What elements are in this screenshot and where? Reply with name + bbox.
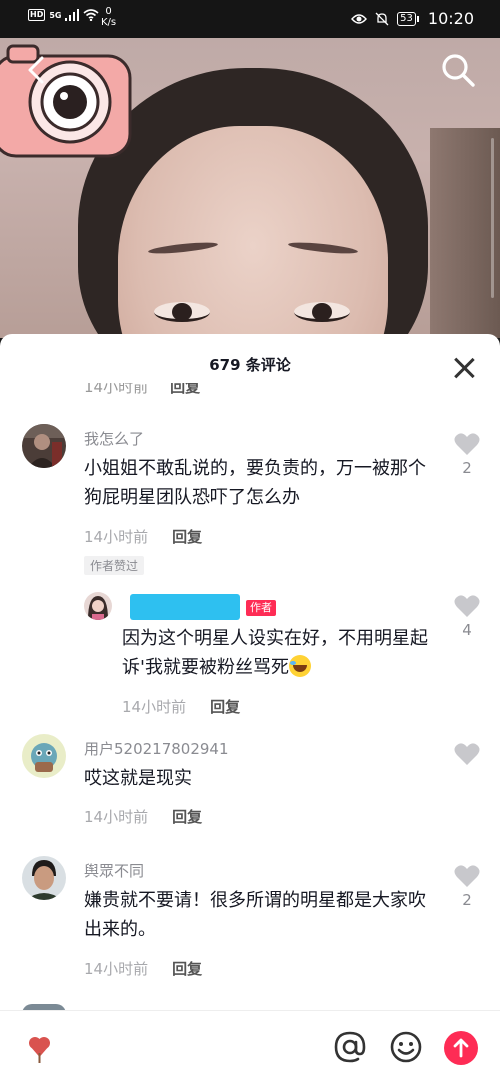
author-tag: 作者: [246, 600, 276, 616]
reply-button[interactable]: 回复: [172, 806, 202, 827]
avatar[interactable]: [22, 734, 66, 778]
comment-time: 14小时前: [122, 698, 187, 716]
network-type: 5G: [49, 10, 62, 20]
heart-icon: [454, 433, 480, 455]
like-count: 2: [462, 459, 472, 477]
clock: 10:20: [427, 9, 474, 28]
comments-panel: 679 条评论 14小时前 回复 我怎么了 小姐姐不敢乱说的，要负责的，万一被那…: [0, 334, 500, 1083]
send-button[interactable]: [444, 1031, 478, 1065]
comment-username[interactable]: 用户520217802941: [84, 738, 229, 759]
heart-icon: [454, 865, 480, 887]
comment-meta: 14小时前 回复: [84, 958, 202, 979]
comment-text: 小姐姐不敢乱说的，要负责的，万一被那个狗屁明星团队恐吓了怎么办: [84, 458, 426, 508]
comment-username[interactable]: 我怎么了: [84, 428, 144, 449]
previous-comment-meta: 14小时前 回复: [84, 378, 201, 396]
avatar[interactable]: [22, 856, 66, 900]
wifi-icon: [83, 9, 100, 21]
close-icon[interactable]: [452, 356, 476, 380]
video-background[interactable]: [0, 38, 500, 338]
comment-username[interactable]: 作者: [120, 594, 276, 620]
comment-input-bar[interactable]: [0, 1010, 500, 1083]
like-count: 2: [462, 891, 472, 909]
reply-button[interactable]: 回复: [172, 526, 202, 547]
laughing-emoji-icon: [288, 655, 311, 677]
emoji-icon[interactable]: [388, 1029, 424, 1065]
sticker-icon[interactable]: [22, 1029, 58, 1065]
comment-meta: 14小时前 回复: [122, 696, 240, 717]
comment-time: 14小时前: [84, 808, 149, 826]
avatar[interactable]: [84, 592, 112, 620]
comment-time: 14小时前: [84, 528, 149, 546]
mute-bell-icon: [375, 12, 389, 25]
avatar[interactable]: [22, 424, 66, 468]
comment-meta: 14小时前 回复: [84, 526, 202, 547]
heart-icon: [454, 743, 480, 765]
comment-meta: 14小时前 回复: [84, 806, 202, 827]
comment-text: 哎这就是现实: [84, 768, 192, 789]
scrollbar[interactable]: [491, 138, 494, 298]
signal-icon: [65, 9, 80, 21]
redacted-username: [130, 594, 240, 620]
heart-icon: [454, 595, 480, 617]
status-bar: HD 5G 0 K/s 53 10:20: [0, 0, 500, 38]
search-icon[interactable]: [438, 50, 478, 90]
eye-icon: [351, 13, 368, 24]
battery-level: 53: [397, 11, 419, 26]
send-icon: [453, 1038, 469, 1058]
like-count: 4: [462, 621, 472, 639]
like-button[interactable]: 2: [452, 864, 482, 909]
comment-username[interactable]: 舆眾不同: [84, 860, 144, 881]
author-liked-badge: 作者赞过: [84, 556, 145, 575]
reply-button[interactable]: 回复: [172, 958, 202, 979]
like-button[interactable]: [452, 742, 482, 769]
reply-button[interactable]: 回复: [210, 696, 240, 717]
at-icon[interactable]: [332, 1029, 368, 1065]
like-button[interactable]: 2: [452, 432, 482, 477]
network-speed: 0 K/s: [101, 6, 117, 28]
comment-text: 因为这个明星人设实在好，不用明星起诉'我就要被粉丝骂死: [122, 628, 428, 678]
comment-time: 14小时前: [84, 960, 149, 978]
back-icon[interactable]: [18, 52, 54, 88]
comment-text: 嫌贵就不要请！很多所谓的明星都是大家吹出来的。: [84, 890, 426, 940]
comments-title: 679 条评论: [209, 356, 291, 374]
like-button[interactable]: 4: [452, 594, 482, 639]
hd-indicator: HD: [28, 9, 46, 21]
